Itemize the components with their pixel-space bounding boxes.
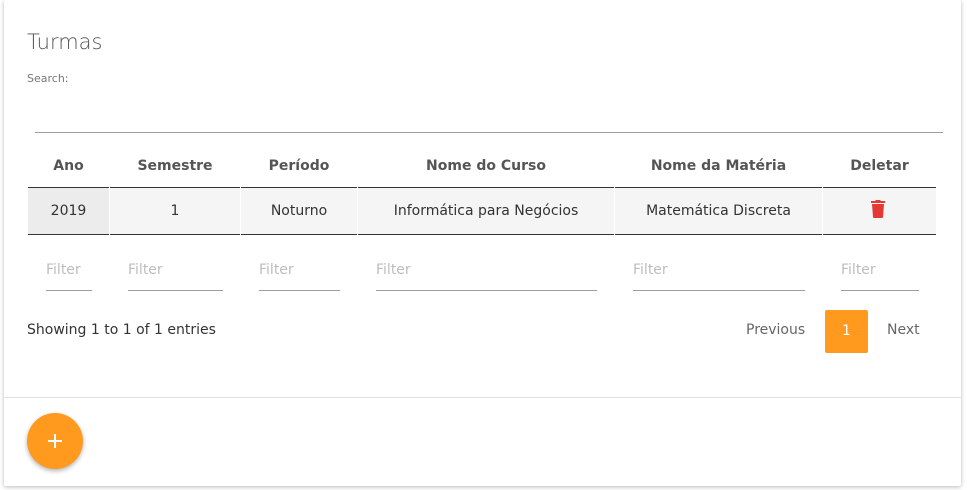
previous-page-button[interactable]: Previous: [746, 322, 805, 338]
page-1-button[interactable]: 1: [825, 310, 868, 353]
cell-nome-da-materia: Matemática Discreta: [646, 203, 791, 219]
cell-periodo: Noturno: [270, 203, 328, 219]
page-title: Turmas: [27, 30, 103, 54]
table-info: Showing 1 to 1 of 1 entries: [27, 322, 216, 338]
column-header-deletar[interactable]: Deletar: [823, 145, 936, 188]
search-label: Search:: [27, 72, 69, 85]
trash-icon[interactable]: [871, 200, 885, 218]
filter-periodo[interactable]: [259, 250, 340, 291]
column-divider: [822, 188, 823, 235]
filter-semestre[interactable]: [128, 250, 223, 291]
cell-ano: 2019: [28, 188, 109, 234]
column-header-ano[interactable]: Ano: [28, 145, 109, 188]
column-divider: [614, 188, 615, 235]
column-header-nome-da-materia[interactable]: Nome da Matéria: [615, 145, 822, 188]
plus-icon: [54, 434, 56, 448]
column-divider: [240, 188, 241, 235]
column-divider: [109, 188, 110, 235]
column-header-periodo[interactable]: Período: [241, 145, 357, 188]
filter-nome-do-curso[interactable]: [376, 250, 597, 291]
next-page-button[interactable]: Next: [887, 322, 920, 338]
filter-ano[interactable]: [46, 250, 92, 291]
filter-deletar[interactable]: [841, 250, 919, 291]
column-divider: [357, 188, 358, 235]
cell-semestre: 1: [170, 203, 180, 219]
column-header-semestre[interactable]: Semestre: [110, 145, 240, 188]
card-divider: [4, 397, 961, 398]
search-input[interactable]: [35, 88, 943, 133]
cell-nome-do-curso: Informática para Negócios: [393, 203, 579, 219]
turmas-card: Turmas Search: Ano Semestre Período Nome…: [4, 0, 961, 486]
filter-nome-da-materia[interactable]: [633, 250, 805, 291]
column-header-nome-do-curso[interactable]: Nome do Curso: [358, 145, 614, 188]
add-turma-button[interactable]: [27, 413, 83, 469]
